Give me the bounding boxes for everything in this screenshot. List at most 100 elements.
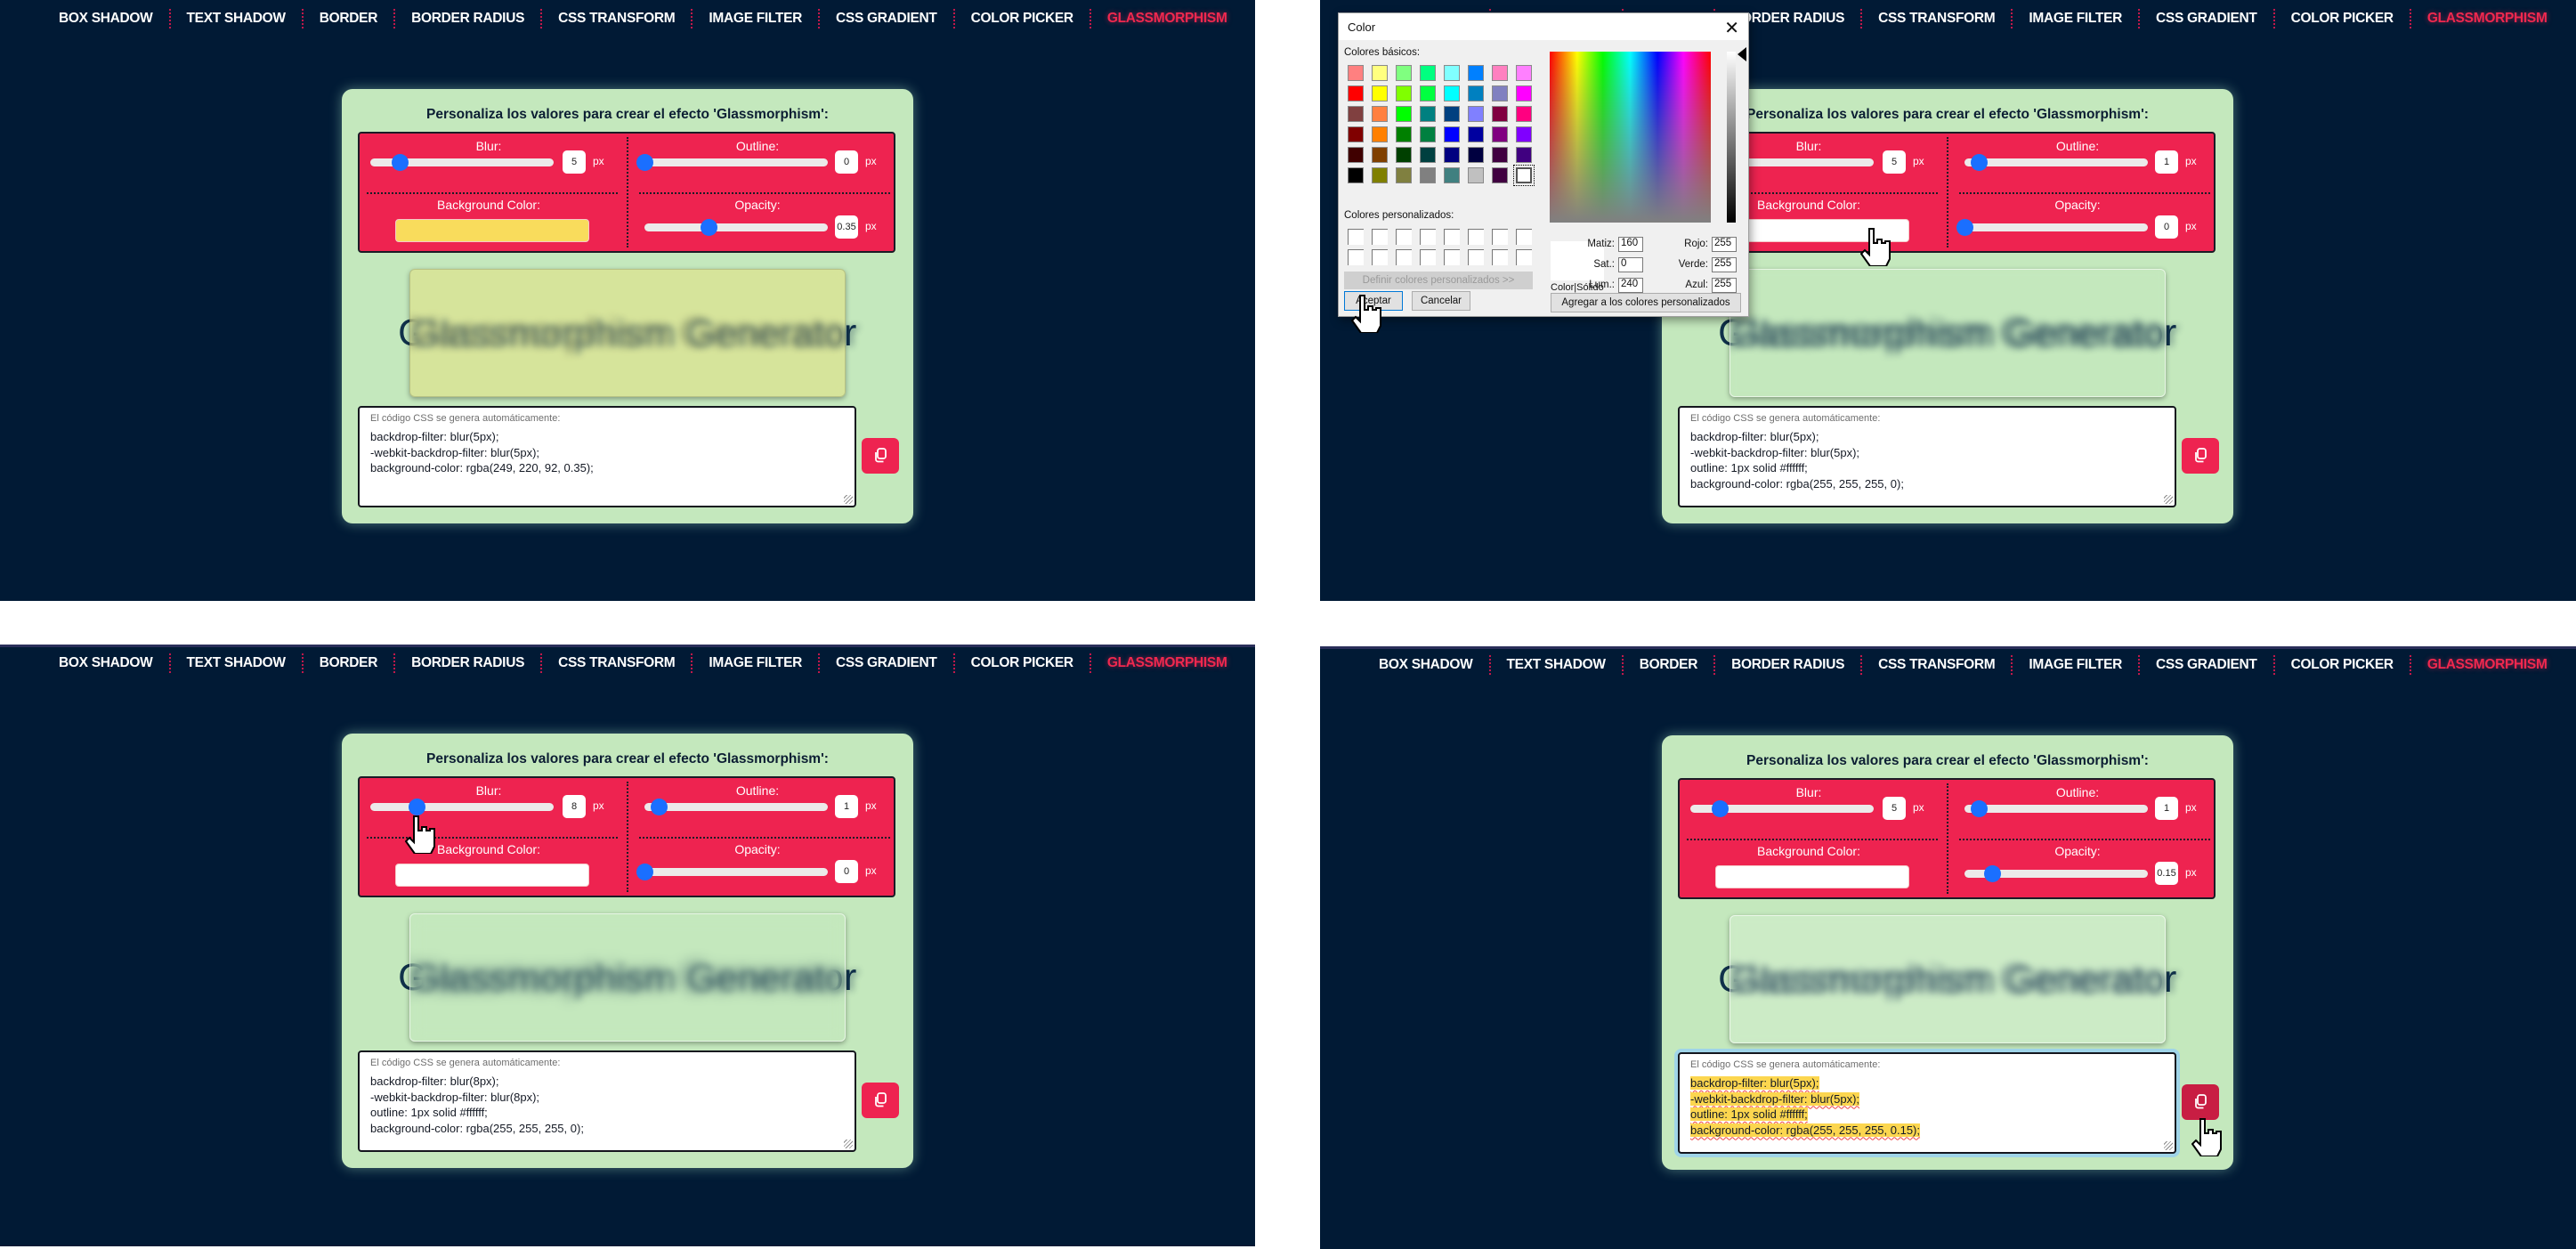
outline-slider[interactable] [636, 154, 828, 171]
nav-item-text-shadow[interactable]: TEXT SHADOW [1491, 655, 1624, 675]
nav-item-color-picker[interactable]: COLOR PICKER [2275, 9, 2411, 28]
opacity-slider[interactable] [644, 219, 828, 236]
basic-color-swatch[interactable] [1372, 85, 1388, 101]
basic-color-swatch[interactable] [1468, 167, 1484, 183]
nav-item-color-picker[interactable]: COLOR PICKER [955, 9, 1091, 28]
hue-input[interactable]: 160 [1618, 237, 1643, 252]
outline-value-input[interactable]: 1 [2155, 797, 2178, 820]
basic-color-swatch[interactable] [1492, 126, 1508, 142]
blur-slider[interactable] [370, 154, 554, 171]
basic-color-swatch[interactable] [1516, 147, 1532, 163]
nav-item-css-transform[interactable]: CSS TRANSFORM [542, 653, 693, 673]
basic-color-swatch[interactable] [1513, 165, 1535, 186]
css-code-textarea[interactable]: El código CSS se genera automáticamente:… [358, 406, 856, 507]
basic-color-swatch[interactable] [1372, 126, 1388, 142]
basic-color-swatch[interactable] [1444, 106, 1460, 122]
basic-color-swatch[interactable] [1396, 85, 1412, 101]
nav-item-css-gradient[interactable]: CSS GRADIENT [2140, 9, 2275, 28]
custom-color-swatch[interactable] [1372, 249, 1388, 265]
outline-value-input[interactable]: 1 [2155, 150, 2178, 174]
basic-color-swatch[interactable] [1444, 167, 1460, 183]
basic-color-swatch[interactable] [1468, 106, 1484, 122]
opacity-value-input[interactable]: 0 [835, 860, 858, 883]
nav-item-text-shadow[interactable]: TEXT SHADOW [171, 9, 304, 28]
basic-color-swatch[interactable] [1372, 167, 1388, 183]
opacity-value-input[interactable]: 0 [2155, 215, 2178, 239]
basic-color-swatch[interactable] [1516, 85, 1532, 101]
nav-item-image-filter[interactable]: IMAGE FILTER [2013, 655, 2141, 675]
nav-item-color-picker[interactable]: COLOR PICKER [2275, 655, 2411, 675]
blur-value-input[interactable]: 5 [563, 150, 586, 174]
blur-slider-thumb[interactable] [391, 154, 409, 171]
basic-color-swatch[interactable] [1468, 65, 1484, 81]
basic-color-swatch[interactable] [1516, 106, 1532, 122]
basic-color-swatch[interactable] [1492, 65, 1508, 81]
nav-item-image-filter[interactable]: IMAGE FILTER [693, 653, 821, 673]
basic-color-swatch[interactable] [1420, 65, 1436, 81]
custom-color-swatch[interactable] [1444, 249, 1460, 265]
nav-item-box-shadow[interactable]: BOX SHADOW [43, 653, 171, 673]
nav-item-border-radius[interactable]: BORDER RADIUS [395, 653, 543, 673]
opacity-slider[interactable] [1964, 865, 2148, 882]
basic-color-swatch[interactable] [1348, 147, 1364, 163]
custom-color-swatch[interactable] [1468, 229, 1484, 245]
outline-slider-thumb[interactable] [1971, 800, 1989, 817]
outline-slider[interactable] [1964, 154, 2148, 171]
copy-code-button[interactable] [2182, 438, 2219, 474]
outline-slider[interactable] [644, 799, 828, 815]
basic-color-swatch[interactable] [1444, 85, 1460, 101]
opacity-value-input[interactable]: 0.35 [835, 215, 858, 239]
nav-item-box-shadow[interactable]: BOX SHADOW [43, 9, 171, 28]
basic-color-swatch[interactable] [1372, 147, 1388, 163]
green-input[interactable]: 255 [1712, 257, 1737, 272]
basic-color-swatch[interactable] [1396, 106, 1412, 122]
nav-item-css-gradient[interactable]: CSS GRADIENT [2140, 655, 2275, 675]
custom-color-swatch[interactable] [1492, 229, 1508, 245]
outline-value-input[interactable]: 0 [835, 150, 858, 174]
luminance-arrow-icon[interactable] [1738, 47, 1746, 61]
opacity-slider[interactable] [1956, 219, 2148, 236]
nav-item-text-shadow[interactable]: TEXT SHADOW [171, 653, 304, 673]
resize-handle[interactable] [2164, 1141, 2173, 1150]
basic-color-swatch[interactable] [1420, 126, 1436, 142]
lum-input[interactable]: 240 [1618, 278, 1643, 293]
close-icon[interactable]: ✕ [1724, 17, 1739, 39]
nav-item-image-filter[interactable]: IMAGE FILTER [2013, 9, 2141, 28]
blur-value-input[interactable]: 5 [1883, 150, 1906, 174]
basic-color-swatch[interactable] [1348, 106, 1364, 122]
nav-item-color-picker[interactable]: COLOR PICKER [955, 653, 1091, 673]
css-code-textarea[interactable]: El código CSS se genera automáticamente:… [358, 1050, 856, 1152]
red-input[interactable]: 255 [1712, 237, 1737, 252]
nav-item-glassmorphism[interactable]: GLASSMORPHISM [2411, 9, 2564, 28]
blur-slider-thumb[interactable] [408, 799, 425, 815]
luminance-bar[interactable] [1727, 52, 1736, 223]
nav-item-image-filter[interactable]: IMAGE FILTER [693, 9, 821, 28]
background-color-picker[interactable] [1715, 865, 1909, 888]
custom-color-swatch[interactable] [1420, 229, 1436, 245]
basic-color-swatch[interactable] [1492, 167, 1508, 183]
nav-item-border[interactable]: BORDER [1624, 655, 1716, 675]
nav-item-css-gradient[interactable]: CSS GRADIENT [820, 653, 955, 673]
basic-color-swatch[interactable] [1420, 106, 1436, 122]
opacity-slider[interactable] [636, 864, 828, 880]
custom-color-swatch[interactable] [1348, 249, 1364, 265]
css-code-textarea[interactable]: El código CSS se genera automáticamente:… [1678, 406, 2176, 507]
custom-color-swatch[interactable] [1348, 229, 1364, 245]
basic-color-swatch[interactable] [1468, 126, 1484, 142]
custom-color-swatch[interactable] [1396, 229, 1412, 245]
copy-code-button[interactable] [2182, 1084, 2219, 1120]
custom-color-swatch[interactable] [1444, 229, 1460, 245]
nav-item-border[interactable]: BORDER [304, 9, 396, 28]
outline-slider-thumb[interactable] [1971, 154, 1989, 171]
nav-item-border[interactable]: BORDER [304, 653, 396, 673]
outline-value-input[interactable]: 1 [835, 795, 858, 818]
basic-color-swatch[interactable] [1420, 147, 1436, 163]
blur-slider[interactable] [1690, 800, 1874, 817]
add-to-custom-colors-button[interactable]: Agregar a los colores personalizados [1551, 293, 1741, 312]
nav-item-box-shadow[interactable]: BOX SHADOW [1363, 655, 1491, 675]
basic-color-swatch[interactable] [1492, 106, 1508, 122]
basic-color-swatch[interactable] [1420, 85, 1436, 101]
opacity-slider-thumb[interactable] [1983, 865, 2001, 882]
nav-item-css-gradient[interactable]: CSS GRADIENT [820, 9, 955, 28]
basic-color-swatch[interactable] [1396, 147, 1412, 163]
